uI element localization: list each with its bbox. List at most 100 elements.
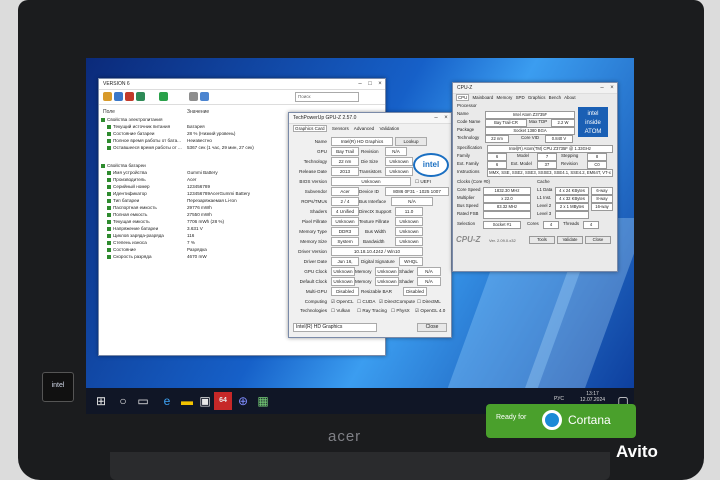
minimize-button[interactable]: – [597, 83, 607, 93]
minimize-button[interactable]: – [431, 113, 441, 123]
busspeed-row: Bus Speed 83.32 MHz Level 22 x 1 MBytes 16-… [457, 203, 613, 211]
field-label: Texture Fillrate [359, 219, 390, 224]
store-icon[interactable]: ▣ [196, 392, 214, 410]
field-value: 4670 mW [187, 254, 207, 259]
search-input[interactable]: Поиск [295, 92, 359, 102]
cpuz-window[interactable]: CPU-Z – × CPU Mainboard Memory SPD Graph… [452, 82, 618, 272]
forward-icon[interactable] [114, 92, 123, 101]
socket-select[interactable]: Socket #1 [483, 221, 521, 229]
raytracing-checkbox[interactable]: ☐ Ray Tracing [357, 308, 387, 314]
field-label: Threads [563, 221, 580, 226]
field-label: Subvendor [304, 189, 327, 194]
field-value: 7 % [187, 240, 195, 245]
directml-checkbox[interactable]: ☐ DirectML [417, 299, 441, 305]
tab-sensors[interactable]: Sensors [332, 126, 349, 131]
chart-icon[interactable] [200, 92, 209, 101]
multigpu-row: Multi-GPU Disabled Resizable BAR Disable… [291, 287, 449, 296]
cpuz-titlebar[interactable]: CPU-Z – × [453, 83, 617, 94]
field-label: Степень износа [113, 240, 147, 245]
gpuz-titlebar[interactable]: TechPowerUp GPU-Z 2.57.0 – × [289, 113, 451, 124]
multiplier-row: Multiplier x 22.0 L1 Inst. 4 x 32 KBytes 8-w… [457, 195, 613, 203]
tab-graphics[interactable]: Graphics [528, 95, 546, 100]
field-value: 27550 mWh [187, 212, 212, 217]
technology-row: Technology 22 nm Core VID 0.840 V [457, 135, 577, 143]
edge-icon[interactable]: e [158, 392, 176, 410]
tab-spd[interactable]: SPD [516, 95, 525, 100]
minimize-button[interactable]: – [355, 79, 365, 89]
clock[interactable]: 13:17 12.07.2024 [580, 391, 605, 403]
tools-button[interactable]: Tools [529, 236, 555, 244]
field-label: GPU [317, 149, 327, 154]
lookup-button[interactable]: Lookup [395, 137, 427, 146]
buy-icon[interactable] [159, 92, 168, 101]
family-row: Family 6 Model 7 Stepping 8 [457, 153, 613, 161]
windows-start-icon[interactable]: ⊞ [92, 392, 110, 410]
shader-clock-field: N/A [417, 267, 441, 276]
aida64-taskbar-icon[interactable]: 64 [214, 392, 232, 410]
language-indicator[interactable]: РУС [554, 396, 564, 402]
close-button[interactable]: Close [585, 236, 611, 244]
maximize-button[interactable]: □ [365, 79, 375, 89]
field-value: 29776 mWh [187, 205, 212, 210]
field-label: Имя устройства [113, 170, 147, 175]
opengl-checkbox[interactable]: ☑ OpenGL 4.0 [415, 308, 445, 314]
raytracing-label: Ray Tracing [362, 308, 387, 313]
cache-group-label: Cache [537, 179, 550, 184]
tab-memory[interactable]: Memory [497, 95, 513, 100]
field-label: Technologies [300, 308, 327, 313]
file-explorer-icon[interactable]: ▬ [178, 392, 196, 410]
validate-button[interactable]: Validate [557, 236, 583, 244]
aida-titlebar[interactable]: VERSION 6 – □ × [99, 79, 385, 90]
field-label: Digital Signature [361, 259, 395, 264]
uefi-checkbox[interactable]: ☐ UEFI [415, 179, 431, 185]
back-icon[interactable] [103, 92, 112, 101]
model-field: 7 [537, 153, 557, 161]
technology-row: Technology 22 nm Die Size Unknown [291, 157, 449, 166]
cortana-ready-label: Ready for [496, 414, 527, 421]
report-icon[interactable] [136, 92, 145, 101]
vulkan-checkbox[interactable]: ☐ Vulkan [331, 308, 350, 314]
physx-checkbox[interactable]: ☐ PhysX [391, 308, 410, 314]
opencl-checkbox[interactable]: ☑ OpenCL [331, 299, 354, 305]
field-label: Driver Date [303, 259, 327, 264]
name-row: Name Intel(R) HD Graphics Lookup [291, 137, 449, 146]
refresh-icon[interactable] [125, 92, 134, 101]
field-label: Состояние батареи [113, 131, 155, 136]
field-label: Memory [355, 279, 372, 284]
power-icon [107, 145, 111, 150]
field-label: Multi-GPU [305, 289, 327, 294]
battery-icon [107, 233, 111, 238]
tab-cpu[interactable]: CPU [456, 94, 470, 101]
tab-bench[interactable]: Bench [549, 95, 561, 100]
field-label: Default Clock [299, 279, 327, 284]
cpuz-taskbar-icon[interactable]: ⊕ [234, 392, 252, 410]
cuda-checkbox[interactable]: ☐ CUDA [357, 299, 375, 305]
tab-graphics-card[interactable]: Graphics Card [293, 125, 327, 132]
tab-mainboard[interactable]: Mainboard [473, 95, 494, 100]
uefi-label: UEFI [420, 179, 431, 184]
task-view-icon[interactable]: ▭ [134, 392, 152, 410]
cpuz-logo-text: CPU-Z [456, 235, 481, 244]
l1-inst-way-field: 8-way [591, 195, 613, 203]
gpuz-window[interactable]: TechPowerUp GPU-Z 2.57.0 – × Graphics Ca… [288, 112, 452, 338]
close-button[interactable]: × [607, 83, 617, 93]
tab-about[interactable]: About [564, 95, 575, 100]
opengl-label: OpenGL 4.0 [420, 308, 446, 313]
logo-brand: intel [587, 111, 599, 117]
field-value: 5367 сек (1 час, 29 мин, 27 сек) [187, 145, 254, 150]
field-label: Name [457, 111, 469, 116]
close-button[interactable]: × [441, 113, 451, 123]
close-button[interactable]: Close [417, 323, 447, 332]
search-icon[interactable]: ○ [114, 392, 132, 410]
field-value: Батарея [187, 124, 205, 129]
gpuz-taskbar-icon[interactable]: ▦ [254, 392, 272, 410]
screen: VERSION 6 – □ × Поиск Поле Значение Свой… [86, 58, 634, 414]
field-label: Скорость разряда [113, 254, 152, 259]
close-button[interactable]: × [375, 79, 385, 89]
tab-advanced[interactable]: Advanced [354, 126, 374, 131]
directcompute-checkbox[interactable]: ☑ DirectCompute [379, 299, 415, 305]
gpu-select[interactable]: Intel(R) HD Graphics [293, 323, 377, 332]
tools-icon[interactable] [189, 92, 198, 101]
aida-toolbar: Поиск [99, 90, 385, 105]
tab-validation[interactable]: Validation [380, 126, 400, 131]
